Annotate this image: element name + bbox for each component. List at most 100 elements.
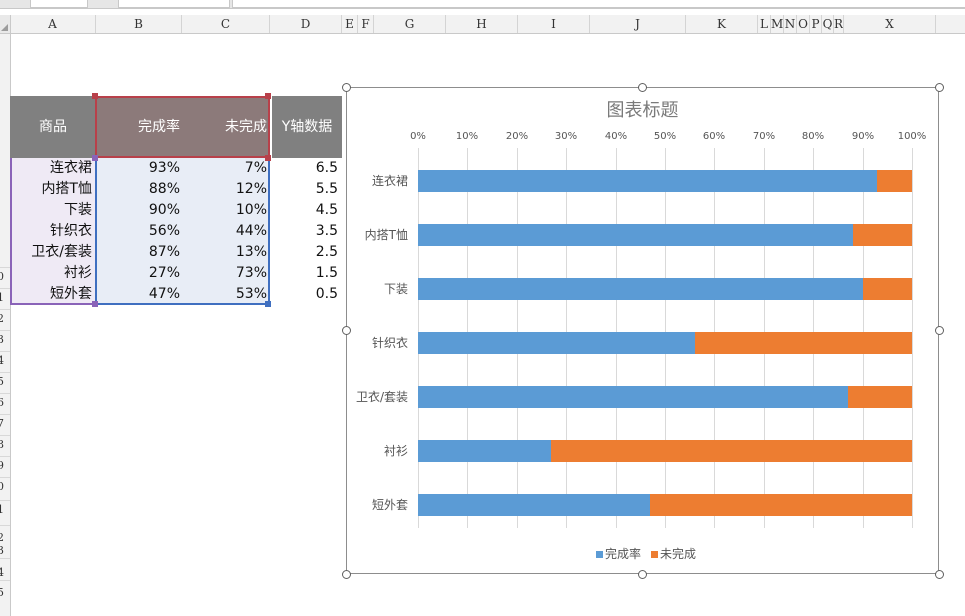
- col-header-b[interactable]: B: [96, 15, 182, 33]
- col-header-e[interactable]: E: [342, 15, 358, 33]
- row-divider: [0, 435, 10, 436]
- cell-product[interactable]: 短外套: [10, 284, 92, 305]
- row-number[interactable]: 4: [0, 567, 9, 579]
- chart-resize-handle[interactable]: [638, 570, 647, 579]
- cell-done[interactable]: 93%: [96, 158, 180, 179]
- col-header-n[interactable]: N: [784, 15, 797, 33]
- col-header-m[interactable]: M: [771, 15, 784, 33]
- cell-y-value[interactable]: 0.5: [272, 284, 338, 305]
- cell-y-value[interactable]: 3.5: [272, 221, 338, 242]
- bar-done[interactable]: [418, 386, 848, 408]
- col-header-j[interactable]: J: [590, 15, 686, 33]
- col-header-a[interactable]: A: [10, 15, 96, 33]
- cell-product[interactable]: 连衣裙: [10, 158, 92, 179]
- col-header-f[interactable]: F: [358, 15, 374, 33]
- bar-undone[interactable]: [650, 494, 912, 516]
- bar-undone[interactable]: [695, 332, 912, 354]
- bar-done[interactable]: [418, 332, 695, 354]
- row-number[interactable]: 7: [0, 418, 9, 430]
- row-number[interactable]: 3: [0, 334, 9, 346]
- cell-undone[interactable]: 53%: [182, 284, 267, 305]
- cell-product[interactable]: 针织衣: [10, 221, 92, 242]
- table-header-y[interactable]: Y轴数据: [272, 96, 342, 158]
- bar-done[interactable]: [418, 494, 650, 516]
- row-number[interactable]: 4: [0, 355, 9, 367]
- range-handle[interactable]: [92, 93, 98, 99]
- chart-resize-handle[interactable]: [638, 83, 647, 92]
- col-header-h[interactable]: H: [446, 15, 518, 33]
- cell-done[interactable]: 27%: [96, 263, 180, 284]
- bar-undone[interactable]: [848, 386, 912, 408]
- row-number[interactable]: 9: [0, 460, 9, 472]
- cell-undone[interactable]: 12%: [182, 179, 267, 200]
- bar-done[interactable]: [418, 224, 853, 246]
- range-handle[interactable]: [265, 93, 271, 99]
- chart-resize-handle[interactable]: [342, 326, 351, 335]
- formula-area[interactable]: [232, 0, 965, 8]
- row-number[interactable]: 1: [0, 292, 9, 304]
- cell-y-value[interactable]: 6.5: [272, 158, 338, 179]
- legend-swatch: [596, 551, 603, 558]
- row-number[interactable]: 1: [0, 504, 9, 516]
- chart-resize-handle[interactable]: [935, 326, 944, 335]
- cell-done[interactable]: 88%: [96, 179, 180, 200]
- x-tick-label: 10%: [455, 131, 479, 142]
- chart-title[interactable]: 图表标题: [346, 96, 939, 122]
- legend-item-undone[interactable]: 未完成: [651, 547, 696, 561]
- col-header-i[interactable]: I: [518, 15, 590, 33]
- bar-done[interactable]: [418, 440, 551, 462]
- chart-resize-handle[interactable]: [342, 83, 351, 92]
- cell-product[interactable]: 内搭T恤: [10, 179, 92, 200]
- row-number[interactable]: 3: [0, 545, 9, 557]
- col-header-d[interactable]: D: [270, 15, 342, 33]
- chart-resize-handle[interactable]: [935, 83, 944, 92]
- col-header-g[interactable]: G: [374, 15, 446, 33]
- chart-resize-handle[interactable]: [935, 570, 944, 579]
- col-header-c[interactable]: C: [182, 15, 270, 33]
- col-header-l[interactable]: L: [758, 15, 771, 33]
- cell-undone[interactable]: 10%: [182, 200, 267, 221]
- bar-undone[interactable]: [551, 440, 912, 462]
- cell-done[interactable]: 90%: [96, 200, 180, 221]
- chart-resize-handle[interactable]: [342, 570, 351, 579]
- row-number[interactable]: 0: [0, 271, 9, 283]
- cell-undone[interactable]: 73%: [182, 263, 267, 284]
- row-number[interactable]: 8: [0, 439, 9, 451]
- cell-product[interactable]: 衬衫: [10, 263, 92, 284]
- table-header-done[interactable]: 完成率: [96, 96, 180, 158]
- bar-undone[interactable]: [863, 278, 912, 300]
- cell-undone[interactable]: 13%: [182, 242, 267, 263]
- col-header-q[interactable]: Q: [822, 15, 834, 33]
- cell-y-value[interactable]: 1.5: [272, 263, 338, 284]
- cell-product[interactable]: 下装: [10, 200, 92, 221]
- bar-done[interactable]: [418, 278, 863, 300]
- legend-item-done[interactable]: 完成率: [596, 547, 641, 561]
- cell-y-value[interactable]: 5.5: [272, 179, 338, 200]
- table-header-product[interactable]: 商品: [10, 96, 96, 158]
- row-number[interactable]: 2: [0, 313, 9, 325]
- row-number[interactable]: 2: [0, 532, 9, 544]
- cell-y-value[interactable]: 2.5: [272, 242, 338, 263]
- row-number[interactable]: 5: [0, 587, 9, 599]
- cell-undone[interactable]: 7%: [182, 158, 267, 179]
- sheet-tab[interactable]: [30, 0, 88, 8]
- col-header-o[interactable]: O: [797, 15, 810, 33]
- row-number[interactable]: 0: [0, 481, 9, 493]
- bar-done[interactable]: [418, 170, 877, 192]
- table-header-undone[interactable]: 未完成: [182, 96, 267, 158]
- row-number[interactable]: 6: [0, 397, 9, 409]
- sheet-tab[interactable]: [118, 0, 230, 8]
- cell-undone[interactable]: 44%: [182, 221, 267, 242]
- cell-done[interactable]: 87%: [96, 242, 180, 263]
- cell-done[interactable]: 56%: [96, 221, 180, 242]
- bar-undone[interactable]: [853, 224, 912, 246]
- col-header-x[interactable]: X: [844, 15, 936, 33]
- cell-y-value[interactable]: 4.5: [272, 200, 338, 221]
- col-header-p[interactable]: P: [810, 15, 822, 33]
- row-number[interactable]: 5: [0, 376, 9, 388]
- col-header-r[interactable]: R: [834, 15, 844, 33]
- col-header-k[interactable]: K: [686, 15, 758, 33]
- cell-product[interactable]: 卫衣/套装: [10, 242, 92, 263]
- cell-done[interactable]: 47%: [96, 284, 180, 305]
- bar-undone[interactable]: [877, 170, 912, 192]
